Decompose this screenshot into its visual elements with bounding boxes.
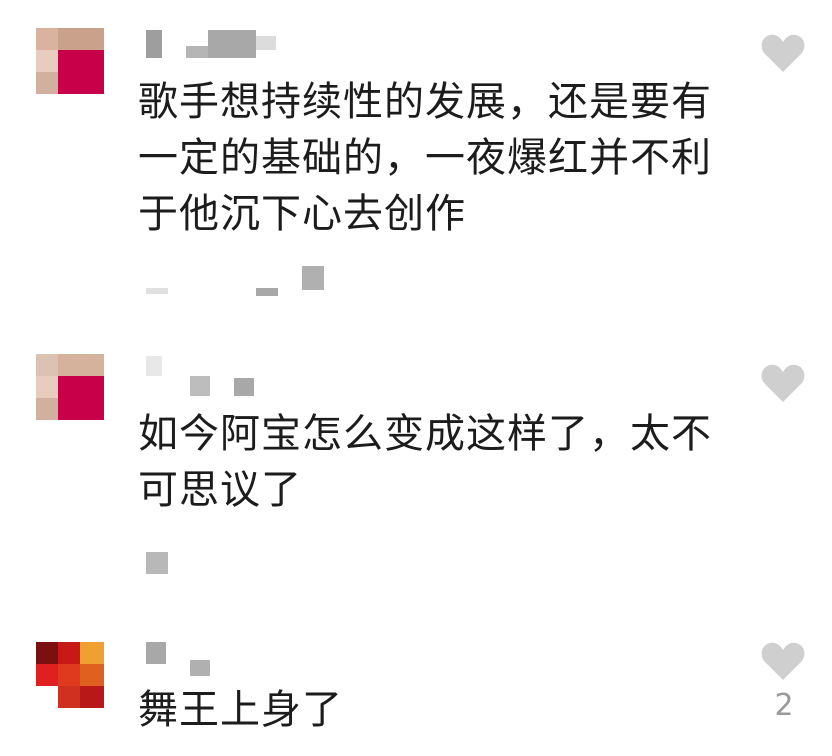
- user-avatar[interactable]: [36, 354, 104, 420]
- like-button[interactable]: [760, 362, 806, 404]
- comment-meta-redacted: [140, 266, 340, 296]
- heart-outline-icon: [761, 34, 805, 72]
- username-redacted[interactable]: [140, 636, 320, 676]
- comment-text: 歌手想持续性的发展，还是要有一定的基础的，一夜爆红并不利于他沉下心去创作: [138, 79, 712, 237]
- heart-outline-icon: [761, 642, 805, 680]
- like-button[interactable]: [760, 640, 806, 682]
- comment-meta-redacted: [140, 550, 340, 580]
- username-redacted[interactable]: [140, 30, 320, 64]
- comment-text: 如今阿宝怎么变成这样了，太不可思议了: [138, 411, 712, 513]
- heart-outline-icon: [761, 364, 805, 402]
- comment-text: 舞王上身了: [138, 687, 343, 733]
- like-count: 2: [774, 688, 794, 723]
- username-redacted[interactable]: [140, 356, 320, 396]
- like-button[interactable]: [760, 32, 806, 74]
- user-avatar[interactable]: [36, 28, 104, 94]
- user-avatar[interactable]: [36, 642, 104, 708]
